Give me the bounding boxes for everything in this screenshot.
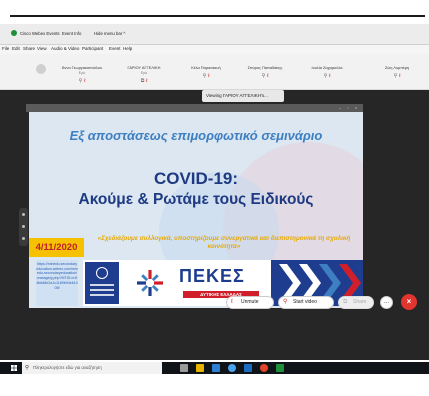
slide-quote: «Σχεδιάζουμε συλλογικά, υποστηρίζουμε συ… xyxy=(97,235,351,250)
participant-name: Άννα Γεωργακοπούλου xyxy=(61,65,103,70)
shared-content-stage: – ▫ × Viewing ΓΑΡΙΟΥ ΑΓΓΕΛΙΚΗ's... Εξ απ… xyxy=(0,90,429,360)
participant-name: ΓΑΡΙΟΥ ΑΓΓΕΛΙΚΗ xyxy=(127,65,161,70)
webex-logo-icon xyxy=(11,30,17,36)
zoom-in-icon[interactable] xyxy=(22,213,25,216)
camera-off-icon: ⚲ xyxy=(323,73,328,79)
participant-tile[interactable]: Κέλα Παρασκευή ⚲ ℓ xyxy=(176,59,236,87)
greek-emblem-icon xyxy=(96,267,108,279)
participant-tile[interactable]: Άννα Γεωργακοπούλου Εγώ ⚲ ℓ xyxy=(52,59,112,87)
close-icon[interactable]: × xyxy=(355,105,357,110)
menu-bar: File Edit Share View Audio & Video Parti… xyxy=(0,45,429,54)
pekes-title: ΠΕΚΕΣ xyxy=(179,266,245,286)
participant-name: Σπύρος Παπαδάκης xyxy=(247,65,283,70)
participant-name: Ζώη Λυμπέρη xyxy=(384,65,410,70)
participant-tile[interactable]: Σπύρος Παπαδάκης ⚲ ℓ xyxy=(235,59,295,87)
menu-help[interactable]: Help xyxy=(123,46,132,51)
word-icon[interactable] xyxy=(244,364,252,372)
search-icon: ⚲ xyxy=(25,365,30,371)
mic-muted-icon: ℓ xyxy=(231,299,233,305)
zoom-controls[interactable] xyxy=(19,208,28,246)
unmute-button[interactable]: ℓ Unmute xyxy=(226,296,274,309)
slide-date: 4/11/2020 xyxy=(29,238,84,257)
end-call-icon: × xyxy=(406,297,412,306)
minimize-icon[interactable]: – xyxy=(339,105,341,110)
zoom-fit-icon[interactable] xyxy=(22,225,25,228)
task-view-icon[interactable] xyxy=(180,364,188,372)
more-button[interactable]: ... xyxy=(380,296,393,309)
app-name: Cisco Webex Events xyxy=(20,31,60,36)
camera-off-icon: ⚲ xyxy=(261,73,266,79)
participant-tile[interactable]: Ιουλία Ζαχαρούλα ⚲ ℓ xyxy=(297,59,357,87)
camera-off-icon: ⚲ xyxy=(283,299,288,305)
mic-muted-icon: ℓ xyxy=(145,78,148,84)
file-explorer-icon[interactable] xyxy=(196,364,204,372)
bottom-white-border xyxy=(0,374,429,396)
webex-window: Cisco Webex Events Event Info Hide menu … xyxy=(0,24,429,360)
menu-view[interactable]: View xyxy=(37,46,47,51)
mic-muted-icon: ℓ xyxy=(398,73,401,79)
slide-subtitle: Ακούμε & Ρωτάμε τους Ειδικούς xyxy=(78,191,314,208)
unmute-label: Unmute xyxy=(241,299,259,305)
share-window-bar: – ▫ × xyxy=(26,104,363,112)
slide-covid-heading: COVID-19: xyxy=(153,169,239,188)
top-divider xyxy=(10,15,425,17)
camera-off-icon: ⚲ xyxy=(393,73,398,79)
window-titlebar: Cisco Webex Events Event Info Hide menu … xyxy=(0,24,429,45)
presentation-slide: Εξ αποστάσεως επιμορφωτικό σεμινάριο COV… xyxy=(29,112,363,308)
top-white-border xyxy=(0,0,429,24)
avatar xyxy=(36,64,46,74)
menu-share[interactable]: Share xyxy=(23,46,35,51)
more-icon: ... xyxy=(383,299,389,305)
windows-logo-icon[interactable] xyxy=(11,365,17,371)
windows-taskbar: ⚲ Πληκτρολογήστε εδώ για αναζήτηση xyxy=(0,362,429,374)
taskbar-search-input[interactable]: ⚲ Πληκτρολογήστε εδώ για αναζήτηση xyxy=(22,362,162,374)
screen: Cisco Webex Events Event Info Hide menu … xyxy=(0,0,429,396)
camera-off-icon: ⚲ xyxy=(78,78,83,84)
mic-muted-icon: ℓ xyxy=(266,73,269,79)
participant-name: Κέλα Παρασκευή xyxy=(191,65,221,70)
menu-audio-video[interactable]: Audio & Video xyxy=(51,46,79,51)
start-video-button[interactable]: ⚲ Start video xyxy=(278,296,334,309)
viewing-label[interactable]: Viewing ΓΑΡΙΟΥ ΑΓΓΕΛΙΚΗ's... xyxy=(202,90,284,102)
camera-off-icon: ⚲ xyxy=(202,73,207,79)
menu-edit[interactable]: Edit xyxy=(12,46,20,51)
participant-tile[interactable]: Ζώη Λυμπέρη ⚲ ℓ xyxy=(367,59,427,87)
edge-icon[interactable] xyxy=(228,364,236,372)
mic-muted-icon: ℓ xyxy=(207,73,210,79)
chrome-icon[interactable] xyxy=(260,364,268,372)
store-icon[interactable] xyxy=(212,364,220,372)
mic-muted-icon: ℓ xyxy=(328,73,331,79)
webex-taskbar-icon[interactable] xyxy=(276,364,284,372)
share-label: Share xyxy=(353,299,367,305)
pekes-star-icon xyxy=(137,270,163,296)
participant-tile[interactable]: ΓΑΡΙΟΥ ΑΓΓΕΛΙΚΗ Εγώ ⧉ ℓ xyxy=(114,59,174,87)
participant-role: Εγώ xyxy=(140,71,148,75)
participant-role: Εγώ xyxy=(78,71,86,75)
menu-file[interactable]: File xyxy=(2,46,9,51)
event-info-button[interactable]: Event Info xyxy=(62,31,81,36)
end-meeting-button[interactable]: × xyxy=(401,294,417,310)
start-video-label: Start video xyxy=(293,299,317,305)
zoom-out-icon[interactable] xyxy=(22,237,25,240)
participant-name: Ιουλία Ζαχαρούλα xyxy=(311,65,343,70)
hide-menu-button[interactable]: Hide menu bar ^ xyxy=(94,31,125,36)
restore-icon[interactable]: ▫ xyxy=(347,105,348,110)
ministry-logo xyxy=(85,262,119,304)
menu-event[interactable]: Event xyxy=(109,46,121,51)
share-icon: ⧉ xyxy=(140,78,145,84)
search-placeholder: Πληκτρολογήστε εδώ για αναζήτηση xyxy=(33,365,102,370)
slide-title: Εξ αποστάσεως επιμορφωτικό σεμινάριο xyxy=(69,128,323,143)
slide-url: https://minedu.secondaryeducation.webex.… xyxy=(36,260,78,306)
participants-strip: Άννα Γεωργακοπούλου Εγώ ⚲ ℓ ΓΑΡΙΟΥ ΑΓΓΕΛ… xyxy=(0,54,429,90)
share-icon: ⧉ xyxy=(343,299,348,305)
share-button[interactable]: ⧉ Share xyxy=(338,296,374,309)
menu-participant[interactable]: Participant xyxy=(82,46,103,51)
mic-muted-icon: ℓ xyxy=(83,78,86,84)
